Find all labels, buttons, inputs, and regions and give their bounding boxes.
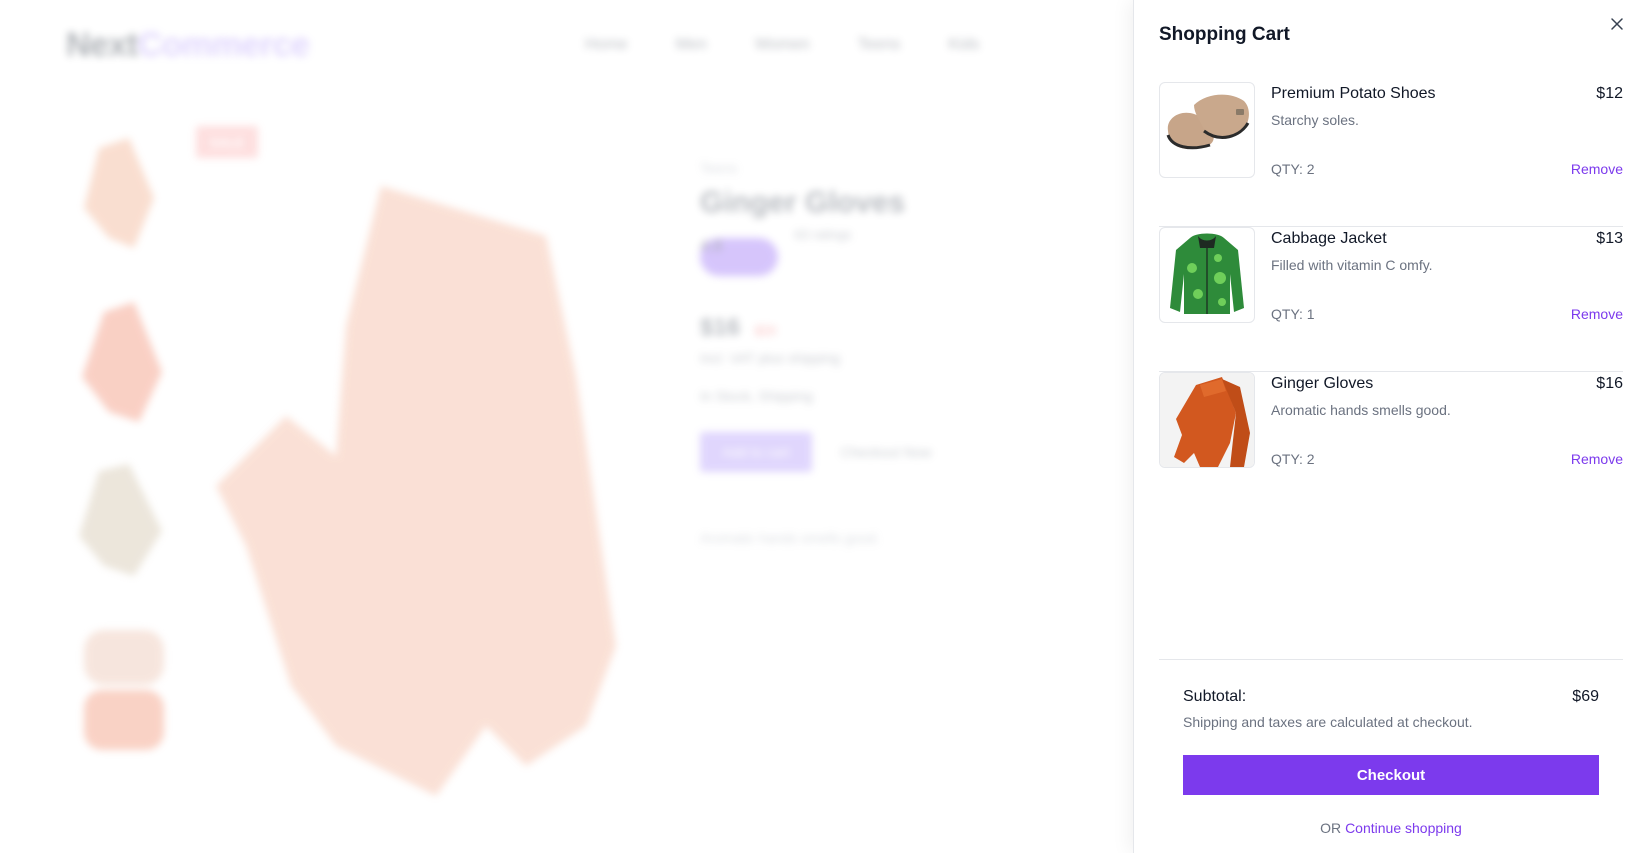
logo-part-next: Next	[66, 26, 138, 64]
cart-item-price: $16	[1596, 375, 1623, 392]
nav-item-home[interactable]: Home	[585, 36, 628, 54]
thumbnail-1[interactable]	[74, 128, 174, 278]
or-label: OR	[1320, 820, 1342, 836]
main-nav: Home Men Women Teens Kids	[585, 36, 979, 54]
cart-item: Ginger Gloves $16 Aromatic hands smells …	[1159, 372, 1623, 517]
cart-item-price: $13	[1596, 230, 1623, 247]
cart-item-image[interactable]	[1159, 227, 1255, 323]
orange-gloves-icon	[1160, 373, 1254, 467]
shipping-tax-note: Shipping and taxes are calculated at che…	[1183, 714, 1473, 730]
continue-shopping-link[interactable]: Continue shopping	[1345, 820, 1462, 836]
cart-item: Cabbage Jacket $13 Filled with vitamin C…	[1159, 227, 1623, 372]
vat-note: Incl. VAT plus shipping	[700, 350, 841, 366]
cart-item-name[interactable]: Premium Potato Shoes	[1271, 85, 1436, 103]
cart-footer: Subtotal: $69 Shipping and taxes are cal…	[1159, 659, 1623, 836]
cart-item-description: Filled with vitamin C omfy.	[1271, 257, 1433, 273]
cart-item-name[interactable]: Ginger Gloves	[1271, 375, 1373, 393]
store-logo[interactable]: NextCommerce	[66, 26, 310, 65]
cart-item-description: Aromatic hands smells good.	[1271, 402, 1451, 418]
nav-item-teens[interactable]: Teens	[858, 36, 901, 54]
logo-part-commerce: Commerce	[137, 26, 310, 64]
cart-item-list: Premium Potato Shoes $12 Starchy soles. …	[1159, 82, 1623, 517]
shipping-note: In Stock, Shipping	[700, 388, 813, 404]
product-main-image	[196, 126, 666, 816]
gloves-image	[216, 186, 616, 796]
cart-item-image[interactable]	[1159, 372, 1255, 468]
product-title: Ginger Gloves	[700, 186, 906, 219]
subtotal-value: $69	[1572, 688, 1599, 705]
clog-shoe-icon	[1166, 94, 1250, 150]
product-price: $16 $20	[700, 314, 1040, 342]
close-cart-button[interactable]	[1605, 12, 1629, 36]
checkout-now-link[interactable]: Checkout Now	[840, 444, 931, 460]
checkout-button[interactable]: Checkout	[1183, 755, 1599, 795]
review-count[interactable]: 63 ratings	[794, 227, 851, 242]
cart-title: Shopping Cart	[1159, 24, 1290, 45]
cart-item-name[interactable]: Cabbage Jacket	[1271, 230, 1387, 248]
remove-item-button[interactable]: Remove	[1571, 451, 1623, 467]
glove-thumb-icon	[79, 464, 162, 576]
sale-badge: SALE	[196, 126, 258, 158]
nav-item-women[interactable]: Women	[755, 36, 810, 54]
subtotal-label: Subtotal:	[1183, 688, 1247, 705]
cart-item-quantity: QTY: 2	[1271, 161, 1315, 177]
shopping-cart-panel: Shopping Cart Premium Potato Shoes $12 S…	[1133, 0, 1637, 853]
add-to-cart-button[interactable]: Add to cart	[700, 432, 812, 472]
thumbnail-4[interactable]	[74, 620, 174, 770]
current-price: $16	[700, 314, 741, 341]
remove-item-button[interactable]: Remove	[1571, 161, 1623, 177]
nav-item-men[interactable]: Men	[676, 36, 707, 54]
page: NextCommerce Home Men Women Teens Kids S…	[0, 0, 1637, 853]
product-info: Teens Ginger Gloves 4.8 63 ratings $16 $…	[700, 160, 1040, 546]
continue-shopping-row: OR Continue shopping	[1183, 820, 1599, 836]
cart-item: Premium Potato Shoes $12 Starchy soles. …	[1159, 82, 1623, 227]
thumbnail-2[interactable]	[74, 292, 174, 442]
product-thumbnails	[74, 128, 178, 784]
product-category: Teens	[700, 160, 738, 176]
cart-item-price: $12	[1596, 85, 1623, 102]
old-price: $20	[754, 323, 777, 338]
nav-item-kids[interactable]: Kids	[948, 36, 979, 54]
cart-item-image[interactable]	[1159, 82, 1255, 178]
glove-thumb-icon	[84, 630, 164, 750]
cart-item-description: Starchy soles.	[1271, 112, 1359, 128]
glove-thumb-icon	[84, 138, 154, 248]
thumbnail-3[interactable]	[74, 456, 174, 606]
glove-thumb-icon	[82, 302, 162, 422]
green-jacket-icon	[1170, 233, 1244, 314]
close-icon	[1611, 18, 1623, 30]
remove-item-button[interactable]: Remove	[1571, 306, 1623, 322]
cart-item-quantity: QTY: 1	[1271, 306, 1315, 322]
cart-item-quantity: QTY: 2	[1271, 451, 1315, 467]
product-description: Aromatic hands smells good.	[700, 530, 880, 546]
rating-pill: 4.8	[700, 238, 778, 276]
